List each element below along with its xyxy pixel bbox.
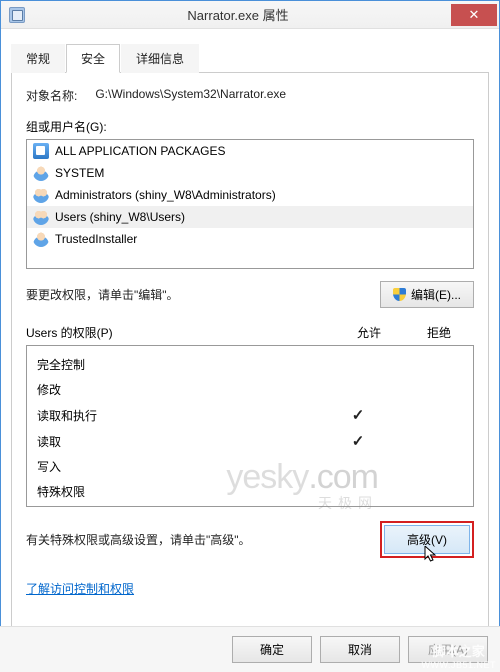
perm-allow [323, 406, 393, 424]
permissions-header: Users 的权限(P) 允许 拒绝 [26, 324, 474, 341]
close-button[interactable]: ✕ [451, 4, 497, 26]
user-icon [33, 165, 49, 181]
list-item-label: ALL APPLICATION PACKAGES [55, 144, 226, 158]
perm-name: 完全控制 [37, 356, 323, 373]
permissions-box: 完全控制 修改 读取和执行 读取 写入 特殊权限 [26, 345, 474, 507]
perm-row: 完全控制 [27, 352, 473, 377]
tab-general[interactable]: 常规 [11, 44, 65, 73]
list-item[interactable]: TrustedInstaller [27, 228, 473, 250]
perm-row: 读取 [27, 428, 473, 454]
dialog-buttons: 确定 取消 应用(A) [0, 626, 500, 672]
edit-hint-text: 要更改权限，请单击"编辑"。 [26, 286, 380, 303]
tab-details[interactable]: 详细信息 [121, 44, 199, 73]
perm-allow [323, 432, 393, 450]
object-name-row: 对象名称: G:\Windows\System32\Narrator.exe [26, 87, 474, 104]
perm-name: 特殊权限 [37, 483, 323, 500]
tab-panel-security: 对象名称: G:\Windows\System32\Narrator.exe 组… [11, 73, 489, 628]
advanced-button-label: 高级(V) [407, 533, 447, 547]
col-deny: 拒绝 [404, 324, 474, 341]
cancel-button[interactable]: 取消 [320, 636, 400, 663]
tab-security[interactable]: 安全 [66, 44, 120, 73]
content-area: 常规 安全 详细信息 对象名称: G:\Windows\System32\Nar… [1, 29, 499, 628]
list-item-label: Administrators (shiny_W8\Administrators) [55, 188, 276, 202]
perm-row: 特殊权限 [27, 479, 473, 504]
perm-row: 修改 [27, 377, 473, 402]
app-icon [9, 7, 25, 23]
perm-name: 修改 [37, 381, 323, 398]
properties-dialog: Narrator.exe 属性 ✕ 常规 安全 详细信息 对象名称: G:\Wi… [0, 0, 500, 672]
list-item[interactable]: Users (shiny_W8\Users) [27, 206, 473, 228]
perm-row: 写入 [27, 454, 473, 479]
tab-strip: 常规 安全 详细信息 [11, 43, 489, 73]
permissions-label: Users 的权限(P) [26, 324, 334, 341]
advanced-hint: 有关特殊权限或高级设置，请单击"高级"。 [26, 531, 380, 548]
perm-name: 读取和执行 [37, 407, 323, 424]
ok-button[interactable]: 确定 [232, 636, 312, 663]
list-item[interactable]: Administrators (shiny_W8\Administrators) [27, 184, 473, 206]
list-item[interactable]: ALL APPLICATION PACKAGES [27, 140, 473, 162]
user-icon [33, 231, 49, 247]
window-title: Narrator.exe 属性 [25, 5, 451, 24]
object-name-label: 对象名称: [26, 87, 77, 104]
edit-button[interactable]: 编辑(E)... [380, 281, 474, 308]
list-item-label: TrustedInstaller [55, 232, 137, 246]
advanced-highlight: 高级(V) [380, 521, 474, 558]
titlebar: Narrator.exe 属性 ✕ [1, 1, 499, 29]
group-icon [33, 187, 49, 203]
shield-icon [393, 288, 406, 301]
advanced-row: 有关特殊权限或高级设置，请单击"高级"。 高级(V) [26, 521, 474, 558]
groups-listbox[interactable]: ALL APPLICATION PACKAGES SYSTEM Administ… [26, 139, 474, 269]
perm-row: 读取和执行 [27, 402, 473, 428]
apply-button[interactable]: 应用(A) [408, 636, 488, 663]
object-name-value: G:\Windows\System32\Narrator.exe [95, 87, 286, 104]
perm-name: 写入 [37, 458, 323, 475]
groups-label: 组或用户名(G): [26, 118, 474, 135]
package-icon [33, 143, 49, 159]
col-allow: 允许 [334, 324, 404, 341]
list-item-label: SYSTEM [55, 166, 104, 180]
advanced-button[interactable]: 高级(V) [384, 525, 470, 554]
perm-name: 读取 [37, 433, 323, 450]
list-item[interactable]: SYSTEM [27, 162, 473, 184]
group-icon [33, 209, 49, 225]
learn-link[interactable]: 了解访问控制和权限 [26, 580, 134, 597]
edit-button-label: 编辑(E)... [411, 286, 461, 303]
list-item-label: Users (shiny_W8\Users) [55, 210, 185, 224]
edit-hint-row: 要更改权限，请单击"编辑"。 编辑(E)... [26, 281, 474, 308]
